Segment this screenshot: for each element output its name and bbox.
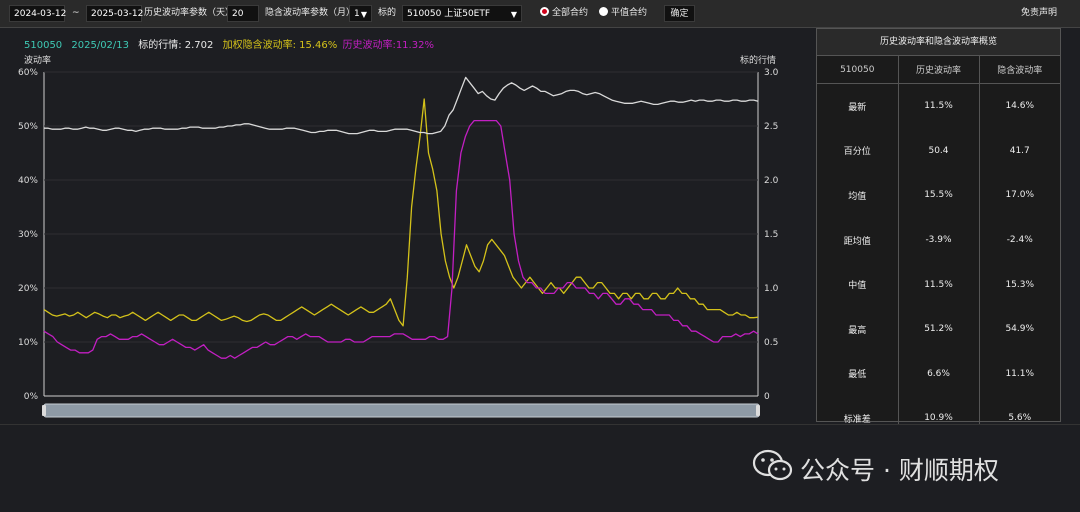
left-tick-label: 40%	[18, 176, 38, 186]
row-label: 最高	[817, 306, 899, 352]
radio-all-label: 全部合约	[552, 8, 589, 18]
watermark-text: 公众号 · 财顺期权	[800, 456, 999, 485]
left-axis-label: 波动率	[24, 54, 51, 66]
right-tick-label: 1.5	[764, 230, 778, 240]
right-tick-label: 1.0	[764, 284, 779, 294]
header-code: 510050	[817, 56, 899, 84]
scrollbar-right-handle[interactable]	[756, 405, 760, 416]
table-row: 最新 11.5% 14.6%	[817, 83, 1060, 129]
right-tick-label: 0	[764, 392, 770, 402]
row-hv: 11.5%	[898, 262, 980, 307]
row-iv: 54.9%	[1005, 324, 1035, 335]
table-row: 距均值 -3.9% -2.4%	[817, 217, 1060, 263]
right-tick-label: 0.5	[764, 338, 778, 348]
row-iv: 41.7	[1009, 145, 1030, 156]
left-axis-ticks: 0% 10% 20% 30% 40% 50% 60%	[18, 68, 38, 402]
wechat-icon	[752, 449, 793, 481]
scrollbar-left-handle[interactable]	[42, 405, 46, 416]
table-header-row: 510050 历史波动率 隐含波动率	[817, 56, 1060, 84]
radio-unselected-icon	[599, 7, 608, 16]
right-tick-label: 2.0	[764, 176, 779, 186]
radio-selected-icon	[540, 7, 549, 16]
radio-atm-contracts[interactable]: 平值合约	[599, 5, 647, 22]
row-iv: 14.6%	[1005, 101, 1035, 112]
underlying-label: 标的	[378, 8, 397, 18]
left-tick-label: 10%	[18, 338, 38, 348]
right-axis-label: 标的行情	[740, 54, 776, 66]
end-date-input[interactable]: 2025-03-12	[86, 5, 143, 22]
disclaimer-link[interactable]: 免责声明	[1021, 5, 1057, 22]
row-iv: 17.0%	[1005, 190, 1035, 201]
underlying-value: 510050 上证50ETF	[407, 9, 491, 19]
table-row: 最低 6.6% 11.1%	[817, 351, 1060, 397]
row-hv: 51.2%	[898, 306, 980, 352]
header-iv: 隐含波动率	[979, 56, 1060, 84]
confirm-button[interactable]: 确定	[664, 5, 695, 22]
row-label: 最低	[817, 351, 899, 397]
row-hv: 6.6%	[898, 351, 980, 397]
left-tick-label: 0%	[24, 392, 39, 402]
row-hv: -3.9%	[898, 217, 980, 263]
underlying-select[interactable]: 510050 上证50ETF ▼	[402, 5, 522, 22]
table-row: 最高 51.2% 54.9%	[817, 306, 1060, 352]
iv-param-select[interactable]: 1 ▼	[349, 5, 372, 22]
series-line-iv	[43, 98, 759, 327]
row-iv: 11.1%	[1005, 368, 1035, 379]
right-tick-label: 2.5	[764, 122, 778, 132]
row-hv: 11.5%	[898, 83, 980, 129]
row-label: 距均值	[817, 217, 899, 263]
iv-param-value: 1	[354, 9, 360, 19]
overview-title: 历史波动率和隐含波动率概览	[817, 29, 1060, 56]
start-date-input[interactable]: 2024-03-12	[9, 5, 66, 22]
volatility-chart: 0% 10% 20% 30% 40% 50% 60% 0 0.5 1.0 1.5 2.0 2.5 3.0…	[18, 54, 779, 418]
hv-param-label: 历史波动率参数（天）	[144, 8, 235, 18]
right-axis-ticks: 0 0.5 1.0 1.5 2.0 2.5 3.0	[764, 68, 779, 402]
left-tick-label: 20%	[18, 284, 38, 294]
row-label: 最新	[817, 83, 899, 129]
left-tick-label: 60%	[18, 68, 38, 78]
header-hv: 历史波动率	[898, 56, 980, 84]
row-iv: -2.4%	[1006, 235, 1033, 246]
chevron-down-icon: ▼	[360, 10, 367, 19]
left-tick-label: 30%	[18, 230, 38, 240]
toolbar: 2024-03-12 ~ 2025-03-12 历史波动率参数（天） 20 隐含…	[0, 0, 1080, 28]
radio-all-contracts[interactable]: 全部合约	[540, 5, 588, 22]
right-tick-label: 3.0	[764, 68, 779, 78]
iv-param-label: 隐含波动率参数（月）	[265, 8, 356, 18]
table-row: 百分位 50.4 41.7	[817, 128, 1060, 174]
row-label: 中值	[817, 262, 899, 307]
table-row: 均值 15.5% 17.0%	[817, 173, 1060, 218]
row-label: 均值	[817, 173, 899, 218]
row-label: 百分位	[817, 128, 899, 174]
date-separator: ~	[72, 8, 80, 18]
row-iv: 15.3%	[1005, 279, 1035, 290]
left-tick-label: 50%	[18, 122, 38, 132]
chart-series	[43, 76, 759, 359]
row-hv: 15.5%	[898, 173, 980, 218]
table-row: 中值 11.5% 15.3%	[817, 262, 1060, 307]
series-line-price	[44, 76, 759, 135]
hv-param-input[interactable]: 20	[227, 5, 259, 22]
chart-scrollbar[interactable]	[43, 403, 760, 418]
radio-atm-label: 平值合约	[611, 8, 648, 18]
chevron-down-icon: ▼	[510, 10, 517, 19]
chart-grid	[43, 71, 759, 397]
overview-table: 510050 历史波动率 隐含波动率 最新 11.5% 14.6% 百分位 50.4 4…	[817, 56, 1060, 441]
volatility-overview-panel: 历史波动率和隐含波动率概览 510050 历史波动率 隐含波动率 最新 11.5%…	[816, 28, 1061, 441]
row-hv: 50.4	[898, 128, 980, 174]
